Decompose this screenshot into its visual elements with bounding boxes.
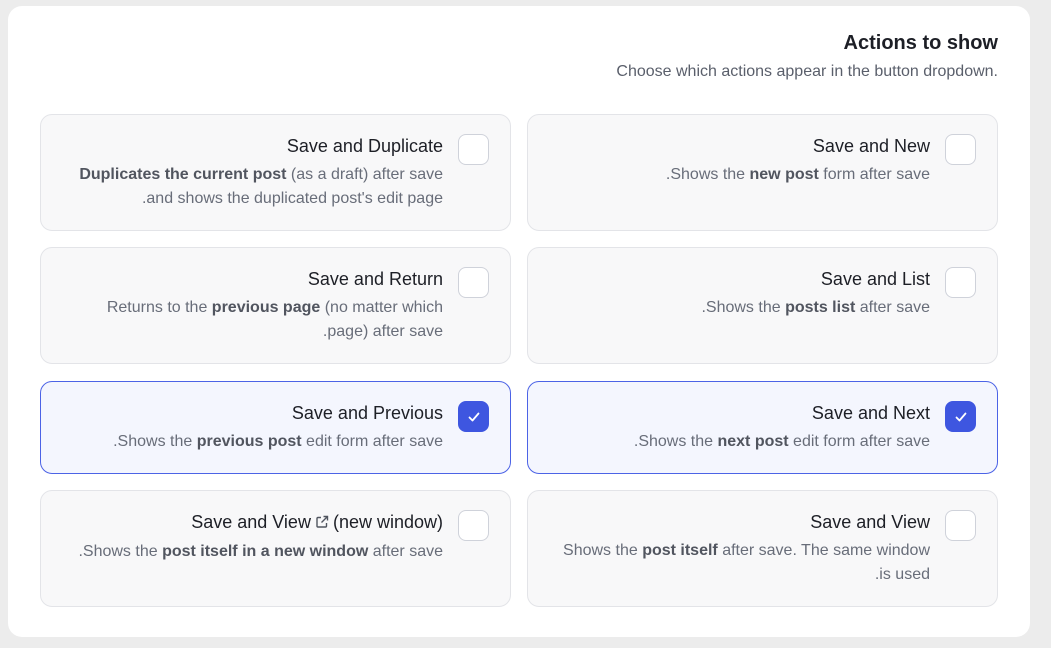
checkbox[interactable] [458, 134, 489, 165]
description-text: page) after save. [322, 323, 443, 340]
option-card-save-and-previous[interactable]: Save and Previous Shows the previous pos… [40, 381, 511, 474]
option-description: Returns to the previous page (no matter … [107, 296, 443, 344]
checkbox[interactable] [945, 401, 976, 432]
description-line: Shows the previous post edit form after … [113, 430, 443, 454]
option-description: Shows the post itself after save. The sa… [563, 539, 930, 587]
option-title-text: Save and View [191, 512, 311, 532]
description-text: Shows the [563, 542, 643, 559]
description-text: (as a draft) after save [286, 166, 443, 183]
option-title: Save and View (new window) [78, 510, 443, 535]
option-title: Save and List [820, 269, 930, 289]
checkbox[interactable] [458, 510, 489, 541]
option-card-save-and-next[interactable]: Save and Next Shows the next post edit f… [527, 381, 998, 474]
description-text: Shows the [670, 166, 750, 183]
description-text: and shows the duplicated post's edit pag… [141, 190, 443, 207]
description-text: Shows the [638, 433, 718, 450]
description-emphasis: post itself [642, 542, 718, 559]
option-description: Duplicates the current post (as a draft)… [79, 163, 443, 211]
external-link-icon [315, 511, 329, 535]
description-emphasis: post itself in a new window [162, 543, 369, 560]
option-description: Shows the new post form after save. [666, 163, 930, 187]
description-text: is used. [874, 566, 930, 583]
checkbox[interactable] [458, 401, 489, 432]
option-title: Save and Return [307, 269, 443, 289]
option-title: Save and View [810, 512, 930, 532]
description-line: Shows the post itself after save. The sa… [563, 539, 930, 563]
description-line: page) after save. [107, 320, 443, 344]
description-emphasis: posts list [785, 299, 856, 316]
settings-panel: Actions to show .Choose which actions ap… [8, 6, 1030, 637]
description-line: Shows the next post edit form after save… [634, 430, 930, 454]
description-emphasis: next post [717, 433, 789, 450]
description-text: after save. The same window [717, 542, 930, 559]
checkbox[interactable] [945, 267, 976, 298]
option-card-save-and-list[interactable]: Save and List Shows the posts list after… [527, 247, 998, 364]
section-subtitle: .Choose which actions appear in the butt… [616, 63, 998, 80]
description-text: Returns to the [106, 299, 212, 316]
option-title: Save and New [812, 136, 930, 156]
option-description: Shows the previous post edit form after … [113, 430, 443, 454]
section-header: Actions to show .Choose which actions ap… [616, 30, 998, 83]
description-line: Returns to the previous page (no matter … [107, 296, 443, 320]
description-text: Shows the [705, 299, 786, 316]
checkbox[interactable] [458, 267, 489, 298]
option-title-suffix: (new window) [332, 512, 443, 532]
option-card-save-and-duplicate[interactable]: Save and Duplicate Duplicates the curren… [40, 114, 511, 231]
checkbox[interactable] [945, 510, 976, 541]
description-emphasis: previous post [196, 433, 302, 450]
description-emphasis: Duplicates the current post [79, 166, 287, 183]
description-line: Shows the new post form after save. [666, 163, 930, 187]
description-line: and shows the duplicated post's edit pag… [79, 187, 443, 211]
description-line: Duplicates the current post (as a draft)… [79, 163, 443, 187]
description-text: Shows the [117, 433, 197, 450]
option-description: Shows the post itself in a new window af… [78, 540, 443, 564]
option-title: Save and Next [811, 403, 930, 423]
description-emphasis: previous page [211, 299, 321, 316]
option-card-save-and-new[interactable]: Save and New Shows the new post form aft… [527, 114, 998, 231]
option-card-save-and-view-new-window[interactable]: Save and View (new window) Shows the post… [40, 490, 511, 607]
option-description: Shows the next post edit form after save… [634, 430, 930, 454]
checkmark-icon [468, 412, 479, 421]
description-emphasis: new post [749, 166, 819, 183]
option-title: Save and Previous [291, 403, 443, 423]
description-text: Shows the [82, 543, 163, 560]
option-description: Shows the posts list after save. [701, 296, 930, 320]
description-line: Shows the posts list after save. [701, 296, 930, 320]
option-title: Save and Duplicate [286, 136, 443, 156]
description-line: Shows the post itself in a new window af… [78, 540, 443, 564]
option-card-save-and-view[interactable]: Save and View Shows the post itself afte… [527, 490, 998, 607]
section-title: Actions to show [843, 32, 998, 54]
option-card-save-and-return[interactable]: Save and Return Returns to the previous … [40, 247, 511, 364]
description-line: is used. [563, 563, 930, 587]
description-text: (no matter which [320, 299, 443, 316]
checkmark-icon [955, 412, 966, 421]
checkbox[interactable] [945, 134, 976, 165]
